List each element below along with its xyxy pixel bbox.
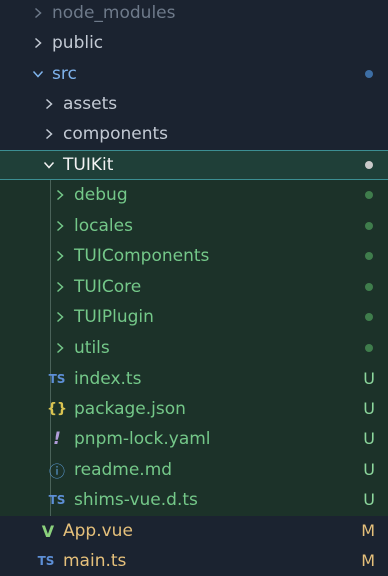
chevron-right-icon: [52, 302, 68, 332]
tree-item-index-ts[interactable]: TS index.ts U: [0, 364, 388, 394]
tree-item-components[interactable]: components: [0, 119, 388, 149]
git-status-badge: M: [361, 551, 375, 570]
chevron-right-icon: [30, 0, 46, 28]
tree-item-shims-vue-d-ts[interactable]: TS shims-vue.d.ts U: [0, 485, 388, 515]
tree-item-tuicore[interactable]: TUICore: [0, 272, 388, 302]
git-status-badge: U: [363, 399, 375, 418]
chevron-right-icon: [41, 119, 57, 149]
info-icon: ⓘ: [48, 462, 65, 481]
chevron-right-icon: [52, 333, 68, 363]
typescript-icon: TS: [48, 372, 66, 386]
tree-item-tuicomponents[interactable]: TUIComponents: [0, 241, 388, 271]
tree-item-label: readme.md: [74, 460, 173, 480]
tree-item-utils[interactable]: utils: [0, 333, 388, 363]
modified-dot: [365, 222, 373, 230]
tree-item-label: package.json: [74, 399, 186, 419]
tree-item-label: node_modules: [52, 3, 176, 23]
tree-item-label: public: [52, 33, 104, 53]
tree-item-label: TUIKit: [63, 155, 114, 175]
modified-dot: [365, 283, 373, 291]
tree-item-label: pnpm-lock.yaml: [74, 429, 211, 449]
tree-item-label: components: [63, 124, 169, 144]
chevron-down-icon: [30, 59, 46, 89]
tree-item-package-json[interactable]: {} package.json U: [0, 394, 388, 424]
chevron-right-icon: [52, 180, 68, 210]
tree-item-public[interactable]: public: [0, 28, 388, 58]
tree-item-label: debug: [74, 185, 128, 205]
modified-dot: [365, 191, 373, 199]
tree-item-label: TUICore: [74, 277, 142, 297]
tree-item-label: App.vue: [63, 521, 133, 541]
chevron-right-icon: [52, 241, 68, 271]
tree-item-label: TUIPlugin: [74, 307, 154, 327]
tree-item-label: index.ts: [74, 369, 142, 389]
chevron-right-icon: [30, 28, 46, 58]
typescript-icon: TS: [48, 493, 66, 507]
tree-item-debug[interactable]: debug: [0, 180, 388, 210]
tree-item-label: main.ts: [63, 551, 127, 571]
yaml-icon: !: [53, 429, 61, 449]
json-icon: {}: [47, 401, 67, 417]
typescript-icon: TS: [37, 554, 55, 568]
chevron-down-icon: [41, 150, 57, 180]
tree-item-src[interactable]: src: [0, 59, 388, 89]
tree-item-label: locales: [74, 216, 133, 236]
git-status-badge: M: [361, 521, 375, 540]
tree-item-label: assets: [63, 94, 118, 114]
modified-dot: [365, 252, 373, 260]
tree-item-label: utils: [74, 338, 110, 358]
tree-item-main-ts[interactable]: TS main.ts M: [0, 546, 388, 576]
tree-item-locales[interactable]: locales: [0, 211, 388, 241]
tree-item-label: src: [52, 64, 77, 84]
git-status-badge: U: [363, 429, 375, 448]
modified-dot: [365, 344, 373, 352]
chevron-right-icon: [52, 272, 68, 302]
vue-icon: V: [41, 521, 55, 541]
tree-item-tuiplugin[interactable]: TUIPlugin: [0, 302, 388, 332]
tree-item-pnpm-lock-yaml[interactable]: ! pnpm-lock.yaml U: [0, 424, 388, 454]
modified-dot: [365, 161, 373, 169]
tree-item-label: shims-vue.d.ts: [74, 490, 198, 510]
tree-item-node-modules[interactable]: node_modules: [0, 0, 388, 28]
git-status-badge: U: [363, 490, 375, 509]
tree-item-readme-md[interactable]: ⓘ readme.md U: [0, 455, 388, 485]
tree-item-label: TUIComponents: [74, 246, 210, 266]
tree-item-tuikit[interactable]: TUIKit: [0, 150, 388, 180]
file-explorer-tree: node_modules public src assets component…: [0, 0, 388, 574]
modified-dot: [365, 70, 373, 78]
tree-item-assets[interactable]: assets: [0, 89, 388, 119]
tree-item-app-vue[interactable]: V App.vue M: [0, 516, 388, 546]
modified-dot: [365, 313, 373, 321]
chevron-right-icon: [41, 89, 57, 119]
chevron-right-icon: [52, 211, 68, 241]
git-status-badge: U: [363, 460, 375, 479]
git-status-badge: U: [363, 369, 375, 388]
